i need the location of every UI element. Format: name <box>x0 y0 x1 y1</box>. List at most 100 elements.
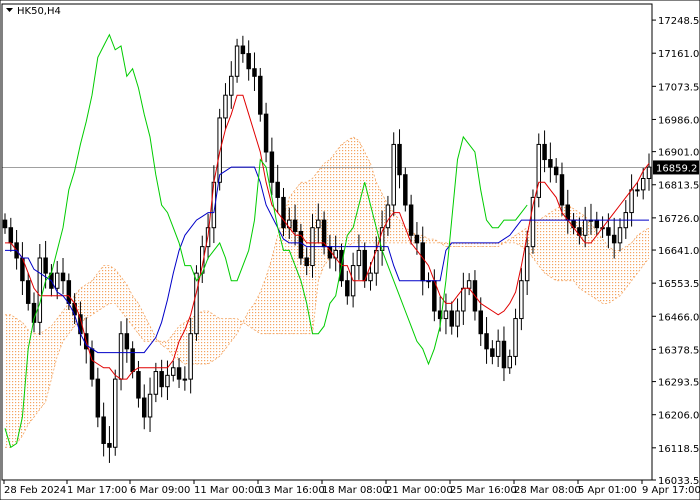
candle <box>490 340 495 365</box>
cloud-segment <box>590 223 597 300</box>
cloud-segment <box>457 242 464 247</box>
x-tick-label: 13 Mar 16:00 <box>258 485 325 496</box>
candle <box>263 102 269 163</box>
cloud-segment <box>289 189 296 334</box>
cloud-segment <box>109 265 116 304</box>
candle <box>182 366 188 391</box>
x-tick-label: 9 Apr 17:00 <box>642 485 700 496</box>
y-tick-label: 16813.5 <box>658 181 699 192</box>
y-tick-label: 16901.0 <box>658 148 699 159</box>
chart-window: 17248.5 17161.0 17073.5 16986.0 16901.0 16813… <box>0 0 700 500</box>
cloud-segment <box>144 314 151 342</box>
candle <box>646 153 652 191</box>
dropdown-triangle-icon[interactable] <box>6 8 13 12</box>
cloud-segment <box>63 303 69 342</box>
cloud-segment <box>10 314 17 448</box>
candle <box>107 426 112 463</box>
time-axis: 28 Feb 2024 1 Mar 17:00 6 Mar 09:00 11 Mar … <box>3 480 700 496</box>
cloud-segment <box>393 212 400 243</box>
cloud-segment <box>225 318 232 349</box>
candle <box>495 329 501 367</box>
candle <box>501 326 507 382</box>
candle <box>269 137 275 196</box>
cloud-segment <box>492 242 499 247</box>
cloud-segment <box>213 314 220 361</box>
candle <box>397 129 402 189</box>
x-tick-label: 5 Apr 01:00 <box>578 485 637 496</box>
cloud-segment <box>422 235 429 243</box>
candle <box>548 142 553 183</box>
cloud-segment <box>341 140 348 247</box>
candle <box>176 357 182 388</box>
price-axis: 17248.5 17161.0 17073.5 16986.0 16901.0 16813… <box>652 16 699 487</box>
cloud-segment <box>428 239 435 243</box>
candle <box>20 242 25 296</box>
cloud-segment <box>614 250 620 300</box>
candle <box>391 132 396 216</box>
cloud-segment <box>643 227 649 266</box>
candle <box>455 298 460 338</box>
cloud-segment <box>5 314 11 448</box>
ichimoku-chart[interactable]: 17248.5 17161.0 17073.5 16986.0 16901.0 16813… <box>0 0 700 500</box>
y-tick-label: 17248.5 <box>658 16 699 27</box>
x-tick-label: 1 Mar 17:00 <box>67 485 127 496</box>
cloud-segment <box>92 273 98 315</box>
chikou-line <box>4 33 528 449</box>
candle <box>617 218 623 252</box>
y-tick-label: 17161.0 <box>658 49 699 60</box>
cloud-segment <box>347 136 354 247</box>
candle <box>2 213 8 234</box>
candle <box>258 67 263 122</box>
y-tick-label: 17073.5 <box>658 82 699 93</box>
cloud-segment <box>550 208 557 281</box>
cloud-segment <box>219 318 226 357</box>
cloud-segment <box>625 242 632 289</box>
candle <box>60 257 66 295</box>
candle <box>8 217 14 252</box>
cloud-segment <box>86 280 93 319</box>
x-tick-label: 28 Feb 2024 <box>4 485 66 496</box>
y-tick-label: 16726.0 <box>658 214 699 225</box>
candle <box>629 174 634 227</box>
candle <box>252 52 257 91</box>
candle <box>101 402 106 457</box>
y-tick-label: 16378.5 <box>658 345 699 356</box>
candle <box>449 301 454 335</box>
cloud-segment <box>602 239 609 304</box>
cloud-segment <box>451 242 458 247</box>
cloud-segment <box>45 326 52 402</box>
cloud-segment <box>254 292 261 334</box>
candle <box>246 40 251 81</box>
candle <box>159 359 164 398</box>
cloud-segment <box>619 246 626 296</box>
cloud-segment <box>51 318 58 380</box>
cloud-segment <box>544 212 551 277</box>
cloud-segment <box>596 231 603 304</box>
cloud-segment <box>509 235 516 243</box>
y-tick-label: 16118.5 <box>658 444 699 455</box>
cloud-segment <box>208 310 214 364</box>
candle <box>142 384 147 430</box>
cloud-segment <box>463 242 470 247</box>
candle <box>507 349 512 374</box>
cloud-segment <box>469 242 475 247</box>
cloud-segment <box>608 246 615 304</box>
cloud-segment <box>370 163 377 243</box>
candle <box>171 360 176 382</box>
cloud-segment <box>486 242 493 247</box>
candle <box>275 164 280 214</box>
candle <box>229 61 234 109</box>
candle <box>147 377 153 432</box>
y-tick-label: 16641.0 <box>658 246 699 257</box>
candle <box>542 130 547 173</box>
y-tick-label: 16553.5 <box>658 279 699 290</box>
candle <box>124 318 130 363</box>
candle <box>112 369 118 456</box>
current-price-tag: 16859.2 <box>653 160 699 175</box>
cloud-segment <box>132 295 139 334</box>
cloud-segment <box>103 265 110 308</box>
y-tick-label: 16206.0 <box>658 411 699 422</box>
candle <box>89 340 95 387</box>
candle <box>466 273 472 296</box>
cloud-segment <box>39 329 46 410</box>
